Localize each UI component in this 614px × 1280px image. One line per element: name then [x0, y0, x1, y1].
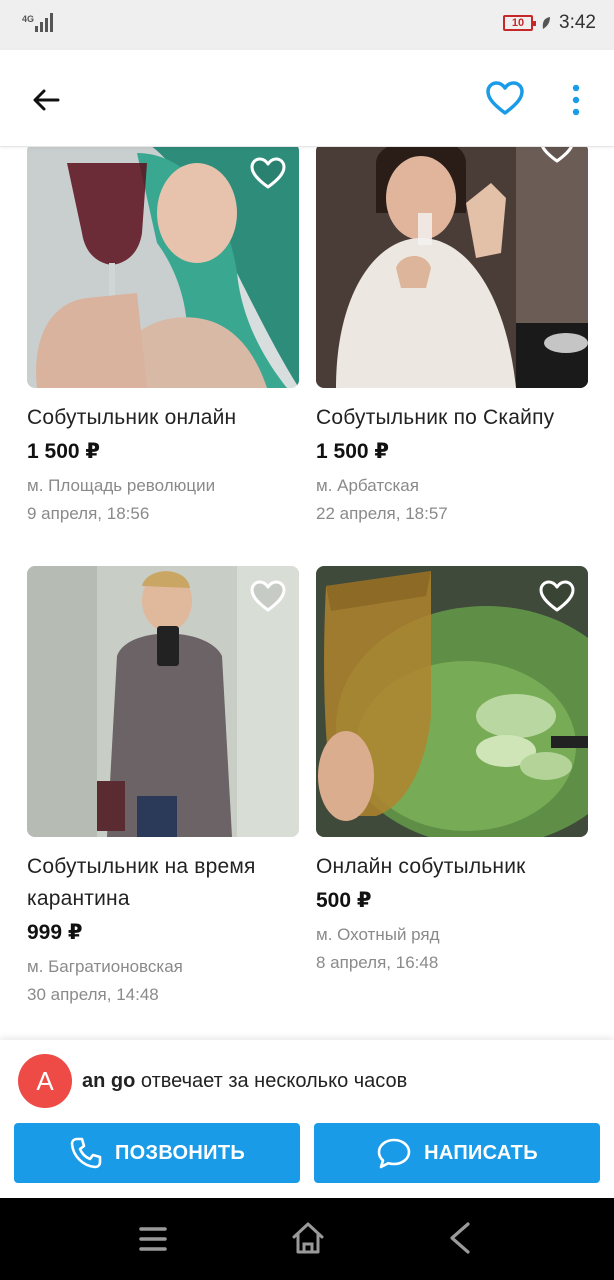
home-icon[interactable]	[290, 1220, 326, 1256]
listing-metro: м. Охотный ряд	[316, 925, 440, 944]
listing-photo[interactable]	[27, 566, 299, 837]
listing-date: 22 апреля, 18:57	[316, 504, 448, 523]
listing-photo[interactable]	[316, 566, 588, 837]
listing-price: 999 ₽	[27, 921, 83, 944]
status-bar: 4G 10 3:42	[0, 0, 614, 50]
listing-title[interactable]: Онлайн собутыльник	[316, 851, 588, 883]
chat-bubble-icon	[377, 1138, 411, 1169]
signal-bars-icon	[35, 12, 54, 32]
clock: 3:42	[559, 12, 596, 33]
listing-metro: м. Арбатская	[316, 476, 419, 495]
system-navigation-bar	[0, 1198, 614, 1280]
listing-date: 8 апреля, 16:48	[316, 953, 439, 972]
listing-title[interactable]: Собутыльник по Скайпу	[316, 402, 588, 434]
listing-card[interactable]: Онлайн собутыльник 500 ₽ м. Охотный ряд …	[316, 566, 588, 977]
call-button[interactable]: ПОЗВОНИТЬ	[14, 1123, 300, 1183]
recent-apps-icon[interactable]	[136, 1222, 170, 1256]
write-button-label: НАПИСАТЬ	[424, 1141, 538, 1164]
listing-card[interactable]: Собутыльник по Скайпу 1 500 ₽ м. Арбатск…	[316, 146, 588, 528]
listing-image	[316, 146, 588, 388]
favorite-heart-icon[interactable]	[249, 578, 287, 614]
write-message-button[interactable]: НАПИСАТЬ	[314, 1123, 600, 1183]
listing-price: 1 500 ₽	[316, 440, 389, 463]
back-nav-icon[interactable]	[444, 1220, 476, 1256]
listing-title[interactable]: Собутыльник на время карантина	[27, 851, 299, 915]
listing-card[interactable]: Собутыльник онлайн 1 500 ₽ м. Площадь ре…	[27, 146, 299, 528]
network-type: 4G	[22, 14, 35, 24]
avatar[interactable]: A	[18, 1054, 72, 1108]
call-button-label: ПОЗВОНИТЬ	[114, 1141, 246, 1164]
back-arrow-icon[interactable]	[28, 80, 68, 120]
listing-price: 1 500 ₽	[27, 440, 100, 463]
battery-icon: 10	[503, 15, 537, 31]
signal-indicator: 4G	[22, 12, 54, 32]
listing-metro: м. Багратионовская	[27, 957, 183, 976]
favorite-heart-icon[interactable]	[484, 78, 526, 120]
seller-info: an go отвечает за несколько часов	[82, 1070, 407, 1093]
eco-leaf-icon	[542, 16, 551, 29]
favorite-heart-icon[interactable]	[538, 146, 576, 165]
listing-photo[interactable]	[316, 146, 588, 388]
listing-date: 30 апреля, 14:48	[27, 985, 159, 1004]
seller-response-time: отвечает за несколько часов	[135, 1070, 408, 1092]
similar-listings-grid: Собутыльник онлайн 1 500 ₽ м. Площадь ре…	[0, 146, 614, 1040]
listing-title[interactable]: Собутыльник онлайн	[27, 402, 299, 434]
battery-level: 10	[511, 17, 525, 29]
listing-photo[interactable]	[27, 146, 299, 388]
phone-icon	[70, 1137, 102, 1169]
favorite-heart-icon[interactable]	[538, 578, 576, 614]
seller-contact-panel: A an go отвечает за несколько часов ПОЗВ…	[0, 1040, 614, 1198]
listing-metro: м. Площадь революции	[27, 476, 216, 495]
more-options-icon[interactable]	[562, 80, 590, 120]
seller-name[interactable]: an go	[82, 1070, 135, 1092]
listing-card[interactable]: Собутыльник на время карантина 999 ₽ м. …	[27, 566, 299, 1009]
top-app-bar	[0, 50, 614, 147]
listing-date: 9 апреля, 18:56	[27, 504, 150, 523]
listing-price: 500 ₽	[316, 889, 372, 912]
favorite-heart-icon[interactable]	[249, 155, 287, 191]
